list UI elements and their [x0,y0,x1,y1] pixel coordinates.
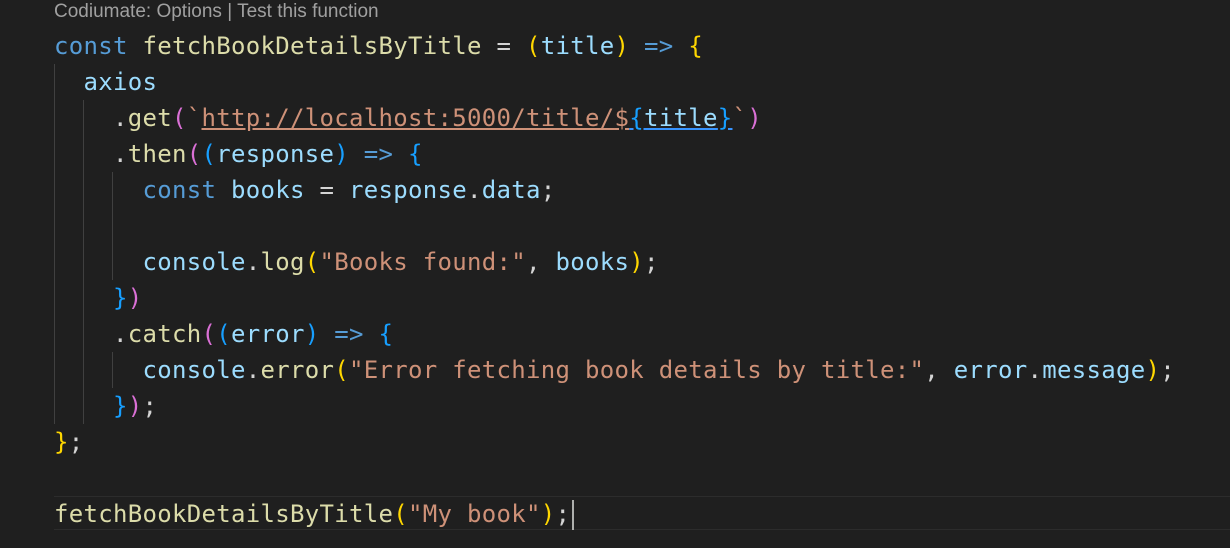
codelens-separator: | [227,1,233,22]
method: log [260,248,305,276]
codelens-bar: Codiumate: Options | Test this function [54,0,379,24]
arrow: => [629,32,689,60]
property: message [1042,356,1146,384]
brace: } [54,428,69,456]
function-call: fetchBookDetailsByTitle [54,500,394,528]
brace: } [113,284,128,312]
method: catch [127,320,202,348]
code-line-8[interactable]: .catch((error) => { [54,316,393,352]
semicolon: ; [555,500,571,528]
code-line-4[interactable]: .then((response) => { [54,136,423,172]
paren: ) [304,320,320,348]
paren: ) [629,248,644,276]
codelens-test-function-link[interactable]: Test this function [237,1,379,22]
template-var: title [643,104,718,132]
identifier: error [953,356,1028,384]
semicolon: ; [644,248,659,276]
code-line-12[interactable]: fetchBookDetailsByTitle("My book"); [54,496,575,532]
dot: . [1027,356,1043,384]
template-brace: } [717,104,733,132]
paren: ( [334,356,349,384]
paren: ) [614,32,630,60]
semicolon: ; [540,176,556,204]
identifier: books [555,248,630,276]
code-editor[interactable]: Codiumate: Options | Test this function … [0,0,1230,548]
paren: ( [525,32,541,60]
identifier: response [349,176,467,204]
code-line-7[interactable]: }) [54,280,143,316]
template-brace: { [629,104,644,132]
keyword-const: const [142,176,217,204]
string: "Error fetching book details by title:" [349,356,925,384]
paren: ) [747,104,762,132]
paren: ( [393,500,408,528]
paren: ( [201,320,217,348]
paren: ) [540,500,556,528]
dot: . [245,356,261,384]
dot: . [113,104,128,132]
comma: , [924,356,954,384]
method: error [260,356,335,384]
method: then [127,140,187,168]
codelens-options-link[interactable]: Options [156,1,221,22]
paren: ( [304,248,320,276]
semicolon: ; [68,428,84,456]
paren: ( [172,104,187,132]
backtick: ` [186,104,202,132]
dot: . [245,248,261,276]
string: "Books found:" [319,248,526,276]
param: title [540,32,615,60]
brace: } [113,392,128,420]
arrow: => [349,140,408,168]
param: error [231,320,305,348]
code-line-3[interactable]: .get(`http://localhost:5000/title/${titl… [54,100,762,136]
code-line-10[interactable]: }); [54,388,157,424]
template-dollar: $ [614,104,630,132]
identifier: axios [83,68,158,96]
backtick: ` [732,104,748,132]
url-link[interactable]: http://localhost:5000/title/ [202,104,615,132]
code-line-6[interactable]: console.log("Books found:", books); [54,244,659,280]
paren: ( [201,140,217,168]
dot: . [113,140,128,168]
code-line-1[interactable]: const fetchBookDetailsByTitle = (title) … [54,28,703,64]
brace: { [688,32,703,60]
operator: = [481,32,526,60]
code-line-2[interactable]: axios [54,64,157,100]
paren: ) [127,284,143,312]
semicolon: ; [1160,356,1175,384]
property: data [481,176,541,204]
paren: ) [334,140,349,168]
text-cursor [572,500,575,530]
identifier: console [142,248,246,276]
code-line-5[interactable]: const books = response.data; [54,172,556,208]
code-line-9[interactable]: console.error("Error fetching book detai… [54,352,1175,388]
comma: , [526,248,556,276]
dot: . [113,320,128,348]
dot: . [467,176,482,204]
code-line-11[interactable]: }; [54,424,84,460]
param: response [216,140,335,168]
codelens-prefix: Codiumate: [54,1,152,22]
paren: ( [216,320,231,348]
keyword-const: const [54,32,128,60]
identifier: console [142,356,246,384]
paren: ) [1145,356,1161,384]
string: "My book" [407,500,541,528]
function-name: fetchBookDetailsByTitle [142,32,482,60]
operator: = [304,176,349,204]
brace: { [408,140,423,168]
brace: { [378,320,394,348]
paren: ( [186,140,202,168]
paren: ) [127,392,143,420]
method: get [127,104,172,132]
identifier: books [231,176,305,204]
semicolon: ; [142,392,158,420]
arrow: => [319,320,379,348]
